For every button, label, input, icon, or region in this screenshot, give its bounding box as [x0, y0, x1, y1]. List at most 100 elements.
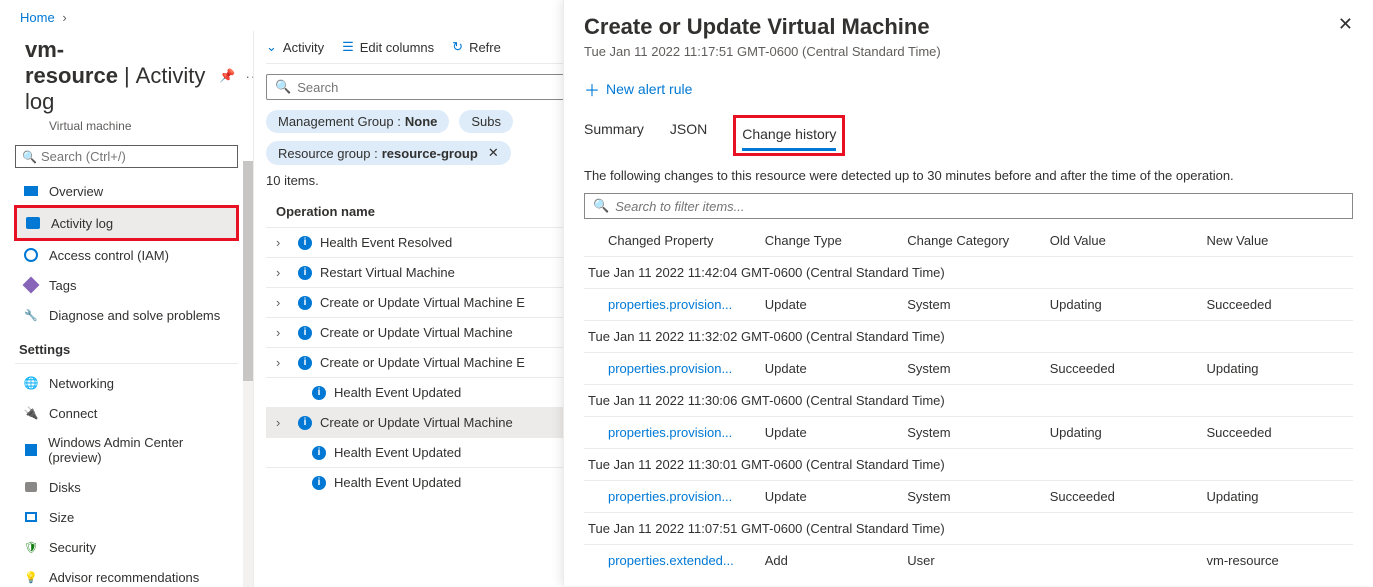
resource-title: vm-resource|Activity log — [25, 37, 205, 115]
nav-connect[interactable]: Connect — [15, 398, 238, 428]
col-change-type: Change Type — [765, 233, 908, 248]
chevron-right-icon: › — [276, 355, 292, 370]
new-value: vm-resource — [1207, 553, 1350, 568]
tag-icon — [23, 277, 40, 294]
size-icon — [25, 512, 37, 522]
operation-name: Health Event Updated — [334, 445, 461, 460]
nav-disks[interactable]: Disks — [15, 472, 238, 502]
scrollbar-thumb[interactable] — [243, 161, 253, 381]
plus-icon: ＋ — [584, 77, 600, 101]
nav-iam[interactable]: Access control (IAM) — [15, 240, 238, 270]
col-change-category: Change Category — [907, 233, 1050, 248]
nav-networking[interactable]: Networking — [15, 368, 238, 398]
info-icon: i — [312, 476, 326, 490]
resource-header: vm-resource|Activity log 📌 ··· — [15, 31, 238, 119]
new-value: Succeeded — [1207, 297, 1350, 312]
change-row: properties.provision...UpdateSystemSucce… — [584, 352, 1353, 384]
change-row: properties.extended...AddUservm-resource — [584, 544, 1353, 576]
pill-subscription[interactable]: Subs — [459, 110, 513, 133]
network-icon — [23, 375, 39, 391]
old-value: Succeeded — [1050, 489, 1207, 504]
refresh-icon: ↻ — [452, 39, 463, 55]
panel-description: The following changes to this resource w… — [584, 168, 1353, 183]
change-category: System — [907, 489, 1050, 504]
collapse-icon[interactable]: « — [253, 150, 254, 166]
info-icon: i — [298, 416, 312, 430]
detail-panel: Create or Update Virtual Machine Tue Jan… — [563, 0, 1373, 586]
close-icon[interactable]: ✕ — [488, 145, 499, 161]
change-type: Update — [765, 425, 908, 440]
panel-title: Create or Update Virtual Machine — [584, 14, 941, 40]
panel-subtitle: Tue Jan 11 2022 11:17:51 GMT-0600 (Centr… — [584, 44, 941, 59]
settings-header: Settings — [15, 330, 238, 364]
new-value: Updating — [1207, 361, 1350, 376]
tab-change-history[interactable]: Change history — [742, 120, 836, 151]
connect-icon — [23, 405, 39, 421]
change-type: Update — [765, 489, 908, 504]
change-type: Update — [765, 297, 908, 312]
pin-icon[interactable]: 📌 — [219, 68, 235, 84]
breadcrumb-home[interactable]: Home — [20, 10, 55, 25]
sidebar-search[interactable]: 🔍 « — [15, 145, 238, 168]
operation-name: Create or Update Virtual Machine — [320, 325, 513, 340]
security-icon — [23, 539, 39, 555]
nav-tags[interactable]: Tags — [15, 270, 238, 300]
nav-overview[interactable]: Overview — [15, 176, 238, 206]
tab-summary[interactable]: Summary — [584, 115, 644, 156]
info-icon: i — [298, 356, 312, 370]
operation-name: Create or Update Virtual Machine — [320, 415, 513, 430]
filter-items-input[interactable] — [615, 199, 1344, 214]
old-value: Succeeded — [1050, 361, 1207, 376]
changed-property-link[interactable]: properties.extended... — [608, 553, 744, 568]
search-icon: 🔍 — [275, 79, 291, 95]
change-row: properties.provision... UpdateSystemUpdat… — [584, 416, 1353, 448]
chevron-right-icon: › — [276, 325, 292, 340]
nav-diagnose[interactable]: Diagnose and solve problems — [15, 300, 238, 330]
tab-json[interactable]: JSON — [670, 115, 707, 156]
col-old-value: Old Value — [1050, 233, 1207, 248]
info-icon: i — [312, 386, 326, 400]
old-value — [1050, 553, 1207, 568]
disk-icon — [23, 479, 39, 495]
operation-name: Health Event Updated — [334, 475, 461, 490]
pill-management-group[interactable]: Management Group : None — [266, 110, 449, 133]
info-icon: i — [298, 236, 312, 250]
resource-type: Virtual machine — [49, 119, 238, 133]
chevron-right-icon: › — [276, 415, 292, 430]
change-category: System — [907, 425, 1050, 440]
sidebar-search-input[interactable] — [41, 149, 231, 164]
tool-edit-columns[interactable]: ☰Edit columns — [342, 39, 434, 55]
change-category: User — [907, 553, 1050, 568]
changed-property-link[interactable]: properties.provision... — [608, 425, 742, 440]
overview-icon — [24, 186, 38, 196]
diagnose-icon — [23, 307, 39, 323]
new-alert-rule-button[interactable]: ＋ New alert rule — [584, 77, 692, 101]
changed-property-link[interactable]: properties.provision... — [608, 489, 742, 504]
nav-wac[interactable]: Windows Admin Center (preview) — [15, 428, 238, 472]
pill-resource-group[interactable]: Resource group : resource-group✕ — [266, 141, 511, 165]
nav-size[interactable]: Size — [15, 502, 238, 532]
changed-property-link[interactable]: properties.provision... — [608, 361, 742, 376]
new-value: Updating — [1207, 489, 1350, 504]
nav-security[interactable]: Security — [15, 532, 238, 562]
close-panel-button[interactable]: ✕ — [1338, 14, 1353, 35]
table-header: Changed Property Change Type Change Cate… — [584, 227, 1353, 256]
col-changed-property: Changed Property — [608, 233, 765, 248]
change-group-header: Tue Jan 11 2022 11:30:06 GMT-0600 (Centr… — [584, 384, 1353, 416]
filter-items-box[interactable]: 🔍 — [584, 193, 1353, 219]
chevron-right-icon: › — [276, 235, 292, 250]
tool-activity[interactable]: ⌄Activity — [266, 39, 324, 55]
nav-activity-log[interactable]: Activity log — [17, 208, 236, 238]
change-group-header: Tue Jan 11 2022 11:07:51 GMT-0600 (Centr… — [584, 512, 1353, 544]
panel-tabs: Summary JSON Change history — [584, 115, 1353, 156]
old-value: Updating — [1050, 425, 1207, 440]
changed-property-link[interactable]: properties.provision... — [608, 297, 742, 312]
change-row: properties.provision... UpdateSystemSucce… — [584, 480, 1353, 512]
nav-advisor[interactable]: Advisor recommendations — [15, 562, 238, 587]
activity-log-icon — [26, 217, 40, 229]
info-icon: i — [312, 446, 326, 460]
more-icon[interactable]: ··· — [246, 69, 254, 84]
resource-name: vm-resource — [25, 37, 118, 88]
info-icon: i — [298, 326, 312, 340]
tool-refresh[interactable]: ↻Refre — [452, 39, 501, 55]
